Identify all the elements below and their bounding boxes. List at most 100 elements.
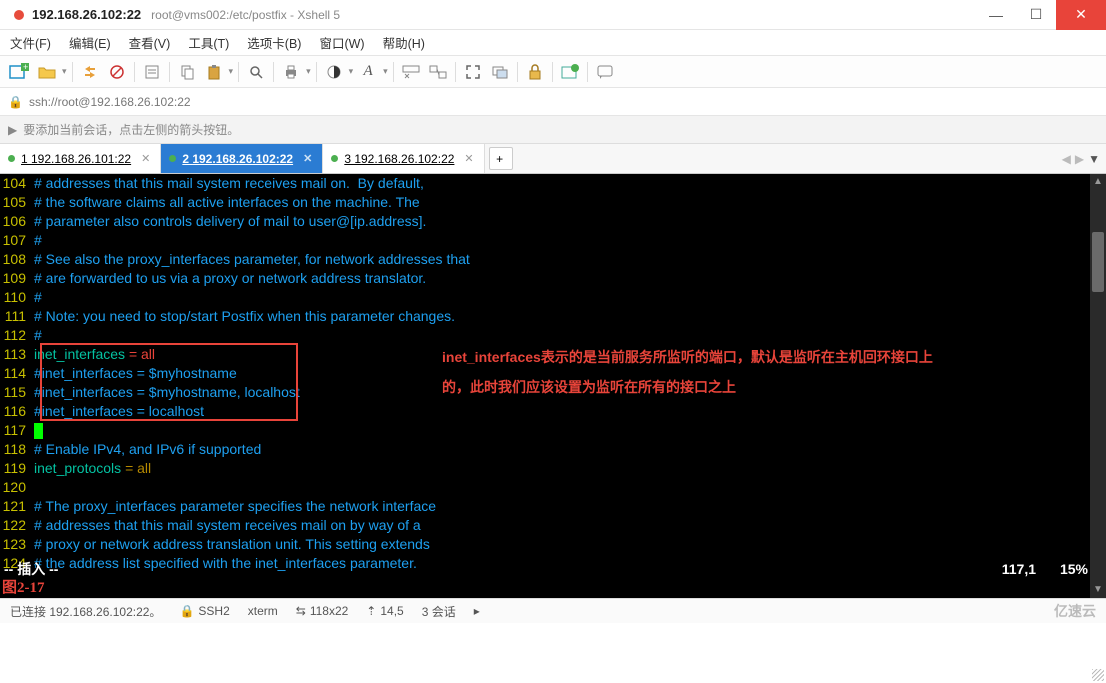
vim-pct: 15% (1060, 560, 1088, 579)
terminal-line: 106# parameter also controls delivery of… (0, 212, 1106, 231)
tab-prev-icon[interactable]: ◀ (1062, 152, 1071, 166)
line-content: # Note: you need to stop/start Postfix w… (34, 307, 455, 326)
status-proto: 🔒SSH2 (179, 604, 229, 618)
figure-label: 图2-17 (2, 579, 45, 598)
line-number: 119 (0, 459, 34, 478)
svg-text:+: + (23, 63, 28, 72)
line-content: # The proxy_interfaces parameter specifi… (34, 497, 436, 516)
lock-button[interactable] (523, 59, 547, 85)
color-scheme-button[interactable] (322, 59, 346, 85)
menu-tabs[interactable]: 选项卡(B) (247, 33, 301, 52)
tab-next-icon[interactable]: ▶ (1075, 152, 1084, 166)
lock-icon: 🔒 (8, 95, 23, 109)
watermark-logo: 亿速云 (1054, 601, 1096, 621)
annotation: inet_interfaces表示的是当前服务所监听的端口，默认是监听在主机回环… (442, 342, 933, 402)
maximize-button[interactable]: ☐ (1016, 0, 1056, 30)
terminal-line: 118# Enable IPv4, and IPv6 if supported (0, 440, 1106, 459)
scroll-down-icon[interactable]: ▼ (1090, 582, 1106, 598)
menu-tools[interactable]: 工具(T) (188, 33, 229, 52)
disconnect-button[interactable] (105, 59, 129, 85)
terminal-scrollbar[interactable]: ▲ ▼ (1090, 174, 1106, 598)
terminal-line: 111# Note: you need to stop/start Postfi… (0, 307, 1106, 326)
tab-label: 2 192.168.26.102:22 (182, 152, 293, 166)
address-bar[interactable]: 🔒 ssh://root@192.168.26.102:22 (0, 88, 1106, 116)
line-number: 117 (0, 421, 34, 440)
annotation-line-1: inet_interfaces表示的是当前服务所监听的端口，默认是监听在主机回环… (442, 342, 933, 372)
find-button[interactable] (244, 59, 268, 85)
menu-file[interactable]: 文件(F) (10, 33, 51, 52)
title-ip: 192.168.26.102:22 (32, 7, 141, 22)
terminal-line: 116#inet_interfaces = localhost (0, 402, 1106, 421)
open-session-button[interactable] (35, 59, 59, 85)
hint-arrow-icon[interactable]: ▶ (8, 123, 17, 137)
line-number: 108 (0, 250, 34, 269)
menu-view[interactable]: 查看(V) (129, 33, 171, 52)
status-bar: 已连接 192.168.26.102:22。 🔒SSH2 xterm ⇆118x… (0, 598, 1106, 623)
status-dot-icon (8, 155, 15, 162)
line-number: 112 (0, 326, 34, 345)
session-tab-2[interactable]: 2 192.168.26.102:22 ✕ (161, 144, 323, 173)
line-number: 105 (0, 193, 34, 212)
status-dropdown-icon[interactable]: ▸ (474, 604, 480, 618)
reconnect-button[interactable] (78, 59, 102, 85)
toolbar: + ▾ ▾ ▾ ▾ A ▾ (0, 56, 1106, 88)
terminal-line: 104# addresses that this mail system rec… (0, 174, 1106, 193)
line-content: # parameter also controls delivery of ma… (34, 212, 426, 231)
minimize-button[interactable]: — (976, 0, 1016, 30)
terminal-line: 121# The proxy_interfaces parameter spec… (0, 497, 1106, 516)
tab-label: 3 192.168.26.102:22 (344, 152, 454, 166)
tab-close-icon[interactable]: ✕ (141, 152, 150, 165)
scroll-up-icon[interactable]: ▲ (1090, 174, 1106, 190)
tunneling-button[interactable] (426, 59, 450, 85)
line-content: #inet_interfaces = localhost (34, 402, 204, 421)
new-tab-button[interactable]: + (489, 147, 513, 170)
terminal-line: 119inet_protocols = all (0, 459, 1106, 478)
menu-help[interactable]: 帮助(H) (383, 33, 425, 52)
title-bar: 192.168.26.102:22 root@vms002:/etc/postf… (0, 0, 1106, 30)
line-number: 120 (0, 478, 34, 497)
terminal[interactable]: 104# addresses that this mail system rec… (0, 174, 1106, 598)
xftp-button[interactable] (558, 59, 582, 85)
terminal-line: 108# See also the proxy_interfaces param… (0, 250, 1106, 269)
properties-button[interactable] (140, 59, 164, 85)
terminal-line: 124# the address list specified with the… (0, 554, 1106, 573)
terminal-line: 117 (0, 421, 1106, 440)
tab-close-icon[interactable]: ✕ (464, 152, 473, 165)
line-content: # (34, 231, 42, 250)
paste-button[interactable] (202, 59, 226, 85)
terminal-line: 123# proxy or network address translatio… (0, 535, 1106, 554)
annotation-line-2: 的，此时我们应该设置为监听在所有的接口之上 (442, 372, 933, 402)
fullscreen-button[interactable] (461, 59, 485, 85)
new-session-button[interactable]: + (6, 59, 32, 85)
resize-grip-icon[interactable] (1092, 669, 1104, 681)
line-content: # the software claims all active interfa… (34, 193, 420, 212)
session-tab-3[interactable]: 3 192.168.26.102:22 ✕ (323, 144, 484, 173)
copy-button[interactable] (175, 59, 199, 85)
scroll-thumb[interactable] (1092, 232, 1104, 292)
line-content: # addresses that this mail system receiv… (34, 516, 421, 535)
compose-bar-button[interactable] (399, 59, 423, 85)
line-number: 106 (0, 212, 34, 231)
transparency-button[interactable] (488, 59, 512, 85)
line-content: inet_protocols = all (34, 459, 151, 478)
menu-window[interactable]: 窗口(W) (319, 33, 364, 52)
line-content: # addresses that this mail system receiv… (34, 174, 424, 193)
line-number: 121 (0, 497, 34, 516)
line-content (34, 421, 43, 440)
session-tab-1[interactable]: 1 192.168.26.101:22 ✕ (0, 144, 161, 173)
line-content: #inet_interfaces = $myhostname, localhos… (34, 383, 300, 402)
line-content: # Enable IPv4, and IPv6 if supported (34, 440, 261, 459)
help-button[interactable] (593, 59, 617, 85)
line-number: 110 (0, 288, 34, 307)
menu-edit[interactable]: 编辑(E) (69, 33, 111, 52)
hint-text: 要添加当前会话，点击左侧的箭头按钮。 (23, 121, 239, 138)
terminal-line: 122# addresses that this mail system rec… (0, 516, 1106, 535)
tab-list-icon[interactable]: ▼ (1088, 152, 1100, 166)
font-button[interactable]: A (356, 59, 380, 85)
status-sessions: 3 会话 (422, 603, 456, 620)
close-button[interactable]: ✕ (1056, 0, 1106, 30)
tab-close-icon[interactable]: ✕ (303, 152, 312, 165)
cursor (34, 423, 43, 439)
print-button[interactable] (279, 59, 303, 85)
terminal-line: 107# (0, 231, 1106, 250)
